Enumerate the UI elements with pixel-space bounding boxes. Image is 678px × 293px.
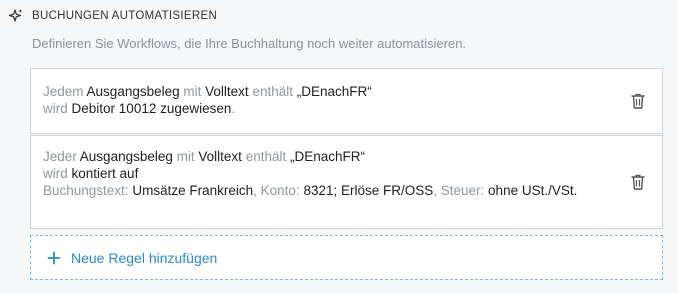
section-subtitle: Definieren Sie Workflows, die Ihre Buchh… xyxy=(32,36,467,51)
rule-keyword: , Konto: xyxy=(253,183,300,198)
trash-icon[interactable] xyxy=(630,173,646,191)
add-rule-label: Neue Regel hinzufügen xyxy=(71,249,218,266)
rule-value: Umsätze Frankreich xyxy=(132,183,254,198)
rule-value: „DEnachFR“ xyxy=(290,149,366,164)
rule-keyword: Jeder xyxy=(43,149,77,164)
rule-value: „DEnachFR“ xyxy=(296,84,372,99)
rule-keyword: wird xyxy=(43,101,68,116)
rule-keyword: enthält xyxy=(252,84,293,99)
rule-value: Volltext xyxy=(205,84,249,99)
add-rule-button[interactable]: Neue Regel hinzufügen xyxy=(30,235,663,280)
rule-value: Ausgangsbeleg xyxy=(86,84,180,99)
sparkle-icon xyxy=(8,8,24,24)
rule-keyword: . xyxy=(231,101,236,116)
plus-icon xyxy=(47,251,61,265)
rule-keyword: wird xyxy=(43,166,68,181)
rule-keyword: Buchungstext: xyxy=(43,183,129,198)
rule-keyword: , Steuer: xyxy=(433,183,485,198)
rule-card[interactable]: Jeder Ausgangsbeleg mit Volltext enthält… xyxy=(30,135,663,229)
rule-value: Ausgangsbeleg xyxy=(79,149,173,164)
section-title: BUCHUNGEN AUTOMATISIEREN xyxy=(32,10,218,22)
automation-panel: BUCHUNGEN AUTOMATISIEREN Definieren Sie … xyxy=(0,0,678,293)
rule-text: Jedem Ausgangsbeleg mit Volltext enthält… xyxy=(43,83,602,117)
rule-keyword: Jedem xyxy=(43,84,84,99)
trash-icon[interactable] xyxy=(630,92,646,110)
rule-list: Jedem Ausgangsbeleg mit Volltext enthält… xyxy=(30,68,663,229)
rule-value: ohne USt./VSt. xyxy=(488,183,578,198)
rule-value: kontiert auf xyxy=(71,166,139,181)
rule-keyword: mit xyxy=(176,149,195,164)
rule-card[interactable]: Jedem Ausgangsbeleg mit Volltext enthält… xyxy=(30,68,663,134)
rule-value: 8321; Erlöse FR/OSS xyxy=(303,183,434,198)
rule-keyword: enthält xyxy=(245,149,287,164)
rule-text: Jeder Ausgangsbeleg mit Volltext enthält… xyxy=(43,148,602,199)
rule-value: Debitor 10012 zugewiesen xyxy=(71,101,232,116)
rule-value: Volltext xyxy=(198,149,242,164)
rule-keyword: mit xyxy=(183,84,202,99)
section-header: BUCHUNGEN AUTOMATISIEREN xyxy=(8,8,217,24)
